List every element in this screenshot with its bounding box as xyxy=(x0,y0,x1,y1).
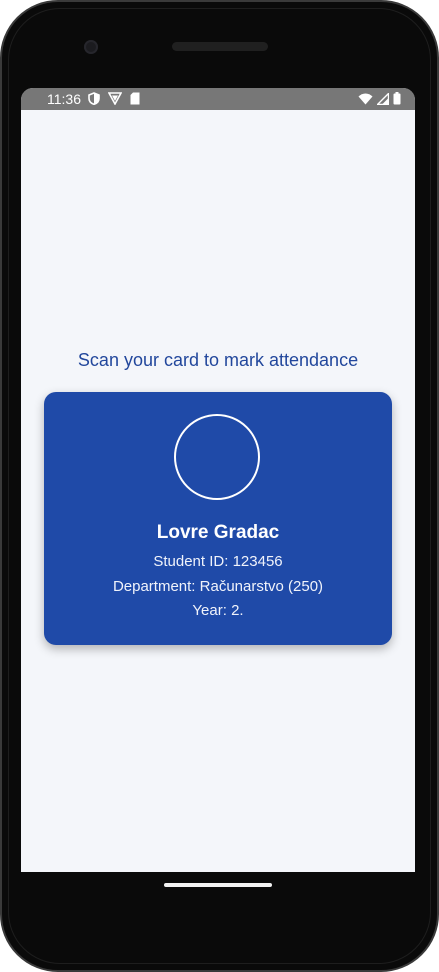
gesture-nav-bar xyxy=(21,872,415,912)
student-id: Student ID: 123456 xyxy=(153,553,283,570)
avatar xyxy=(174,414,260,500)
cell-signal-icon xyxy=(377,92,389,105)
vpn-icon xyxy=(108,92,122,105)
status-right-icons xyxy=(358,92,401,105)
front-camera xyxy=(84,40,98,54)
student-year: Year: 2. xyxy=(192,602,244,619)
status-left-icons xyxy=(88,92,140,105)
app-screen: 11:36 Scan your card to mark attendance … xyxy=(21,88,415,872)
scan-instruction: Scan your card to mark attendance xyxy=(77,350,359,370)
status-bar: 11:36 xyxy=(21,88,415,110)
student-card: Lovre Gradac Student ID: 123456 Departme… xyxy=(44,392,392,645)
student-name: Lovre Gradac xyxy=(156,522,280,543)
earpiece-speaker xyxy=(172,42,268,51)
home-indicator[interactable] xyxy=(164,883,272,887)
wifi-icon xyxy=(358,93,373,105)
student-department: Department: Računarstvo (250) xyxy=(112,578,324,595)
shield-icon xyxy=(88,92,100,105)
battery-icon xyxy=(393,92,401,105)
status-time: 11:36 xyxy=(47,91,81,107)
phone-frame: 11:36 Scan your card to mark attendance … xyxy=(0,0,439,972)
sd-card-icon xyxy=(130,92,140,105)
